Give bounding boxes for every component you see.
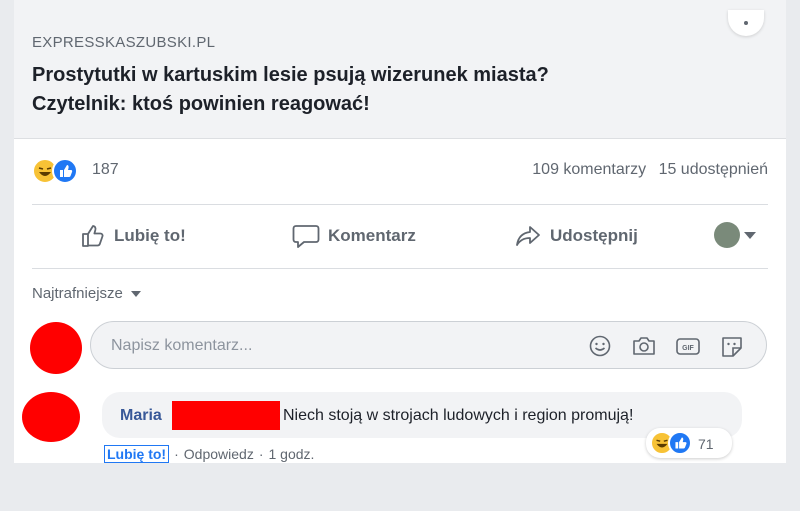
comment-button-label: Komentarz [328,226,416,245]
comment-reaction-count: 71 [698,436,714,452]
more-options-button[interactable] [728,10,764,36]
comments-count-link[interactable]: 109 komentarzy [532,161,646,178]
comment-bubble: Maria Niech stoją w strojach ludowych i … [102,392,742,438]
divider [32,204,768,205]
reaction-count[interactable]: 187 [92,161,119,179]
more-dot-icon [744,21,748,25]
share-button-label: Udostępnij [550,226,638,245]
headline-line-2: Czytelnik: ktoś powinien reagować! [32,93,370,115]
headline-line-1: Prostytutki w kartuskim lesie psują wize… [32,64,549,86]
sticker-icon[interactable] [719,334,745,358]
link-preview[interactable]: EXPRESSKASZUBSKI.PL Prostytutki w kartus… [14,0,786,139]
emoji-icon[interactable] [587,334,613,358]
comment-input[interactable] [109,331,573,361]
link-headline: Prostytutki w kartuskim lesie psują wize… [32,61,752,119]
comment-text: Niech stoją w strojach ludowych i region… [283,407,634,424]
reaction-icons[interactable] [32,158,96,184]
comment-reply-link[interactable]: Odpowiedz [184,446,254,462]
camera-icon[interactable] [631,334,657,358]
like-reaction-icon [668,431,692,455]
shares-count-link[interactable]: 15 udostępnień [659,161,768,178]
post-stats: 109 komentarzy 15 udostępnień [524,161,768,179]
share-button[interactable]: Udostępnij [514,222,638,250]
comment-reactions[interactable]: 71 [646,428,732,458]
comment-composer: GIF [90,321,767,369]
post-actions: Lubię to! Komentarz Udostępnij [14,208,786,264]
comment-sort-dropdown[interactable]: Najtrafniejsze [32,285,141,302]
comment-author-name[interactable]: Maria [120,407,162,425]
share-arrow-icon [516,226,540,246]
comment-timestamp[interactable]: 1 godz. [269,446,315,462]
post-card: EXPRESSKASZUBSKI.PL Prostytutki w kartus… [14,0,786,463]
comment-like-link[interactable]: Lubię to! [104,445,170,463]
sort-label: Najtrafniejsze [32,285,123,302]
separator: · [258,446,264,462]
like-button-label: Lubię to! [114,226,186,245]
like-button[interactable]: Lubię to! [80,222,186,250]
gif-icon[interactable]: GIF [675,334,701,358]
page-avatar-selector[interactable] [714,222,740,248]
caret-down-icon [130,291,141,298]
reactions-summary: 187 109 komentarzy 15 udostępnień [14,150,786,190]
like-reaction-icon [52,158,78,184]
redaction-block [172,401,280,430]
chevron-down-icon[interactable] [744,232,756,239]
thumbs-up-icon [82,225,104,247]
divider [32,268,768,269]
svg-text:GIF: GIF [682,345,694,352]
comment-actions: Lubię to! · Odpowiedz · 1 godz. [104,445,315,463]
comment-button[interactable]: Komentarz [292,222,416,250]
separator: · [174,446,179,462]
speech-bubble-icon [292,225,320,248]
link-domain: EXPRESSKASZUBSKI.PL [32,34,216,51]
current-user-avatar[interactable] [30,322,82,374]
comment-author-avatar[interactable] [22,392,80,442]
